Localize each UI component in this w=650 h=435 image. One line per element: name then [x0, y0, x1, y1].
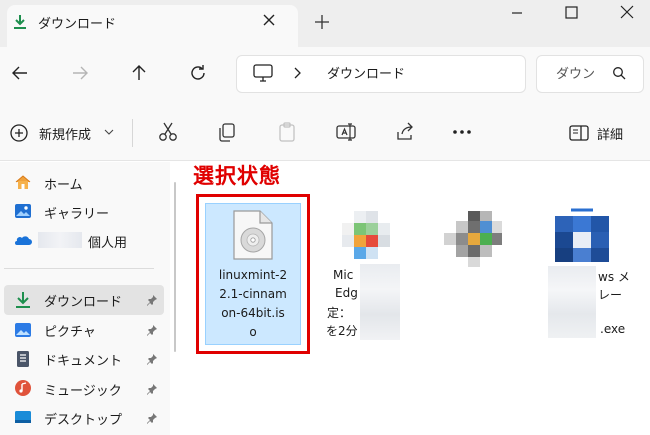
edge-installer-icon — [340, 211, 392, 263]
redacted-file-icon — [444, 211, 504, 275]
file-name-fragment: ws メ — [598, 270, 630, 284]
close-tab-icon[interactable] — [259, 10, 279, 30]
pictures-icon — [14, 321, 32, 339]
back-arrow-icon[interactable] — [10, 63, 30, 83]
refresh-icon[interactable] — [188, 63, 208, 83]
file-name-label: linuxmint-2 2.1-cinnam on-64bit.is o — [206, 266, 300, 342]
file-name-line: linuxmint-2 — [218, 268, 288, 282]
file-name-fragment: レー — [598, 288, 623, 302]
maximize-icon[interactable] — [560, 4, 582, 22]
file-name-fragment: を2分 — [326, 324, 358, 338]
redacted-file-name — [360, 264, 400, 340]
installer-app-icon — [555, 206, 609, 268]
toolbar-divider — [132, 119, 133, 147]
redacted-account-name — [38, 232, 82, 248]
chevron-down-icon — [104, 128, 114, 136]
home-icon — [14, 173, 32, 191]
details-pane-icon — [569, 125, 589, 141]
file-name-fragment: 定： — [327, 306, 352, 320]
search-icon[interactable] — [612, 66, 626, 80]
sidebar-item-label: ピクチャ — [44, 325, 96, 340]
copy-icon[interactable] — [216, 121, 238, 143]
redacted-file-name — [548, 266, 596, 338]
breadcrumb-downloads[interactable]: ダウンロード — [327, 63, 405, 82]
download-icon — [14, 291, 32, 309]
download-icon — [12, 14, 28, 30]
file-name-line: on-64bit.is — [221, 306, 285, 320]
music-icon — [14, 379, 32, 397]
add-circle-icon — [9, 123, 29, 143]
paste-icon[interactable] — [276, 121, 298, 143]
more-options-icon[interactable] — [451, 121, 473, 143]
up-arrow-icon[interactable] — [129, 63, 149, 83]
sidebar-item-label: ドキュメント — [44, 354, 123, 369]
sidebar-item-label: デスクトップ — [44, 413, 123, 428]
close-window-icon[interactable] — [616, 4, 638, 22]
documents-icon — [14, 350, 32, 368]
breadcrumb-chevron-icon — [291, 66, 303, 80]
sidebar-item-label: ダウンロード — [44, 295, 123, 310]
search-placeholder: ダウン — [556, 67, 596, 82]
sidebar-item-label: ギャラリー — [44, 207, 110, 222]
cut-icon[interactable] — [157, 121, 179, 143]
file-name-fragment: Edg — [335, 286, 358, 300]
rename-icon[interactable] — [335, 121, 357, 143]
selection-annotation-label: 選択状態 — [193, 164, 281, 188]
sidebar-item-label: ミュージック — [44, 384, 122, 399]
details-button-label: 詳細 — [597, 128, 624, 143]
sidebar-item-label: 個人用 — [88, 236, 128, 251]
pin-icon[interactable] — [146, 324, 158, 336]
sidebar-divider — [4, 268, 154, 269]
new-tab-icon[interactable] — [312, 12, 332, 32]
pin-icon[interactable] — [146, 353, 158, 365]
file-name-fragment: .exe — [600, 322, 626, 336]
pane-resize-handle[interactable] — [174, 182, 176, 352]
this-pc-icon — [252, 63, 274, 83]
desktop-icon — [14, 408, 32, 426]
gallery-icon — [14, 202, 32, 220]
file-name-fragment: Mic — [333, 268, 354, 282]
file-name-line: o — [249, 325, 257, 339]
onedrive-icon — [14, 232, 32, 250]
share-icon[interactable] — [394, 121, 416, 143]
forward-arrow-icon[interactable] — [70, 63, 90, 83]
sidebar-item-label: ホーム — [44, 178, 83, 193]
pin-icon[interactable] — [146, 383, 158, 395]
disc-image-file-icon — [228, 209, 276, 261]
pin-icon[interactable] — [146, 412, 158, 424]
tab-title: ダウンロード — [38, 17, 117, 32]
file-name-line: 2.1-cinnam — [219, 287, 287, 301]
pin-icon[interactable] — [146, 294, 158, 306]
minimize-icon[interactable] — [506, 4, 528, 22]
new-button-label: 新規作成 — [39, 128, 92, 143]
